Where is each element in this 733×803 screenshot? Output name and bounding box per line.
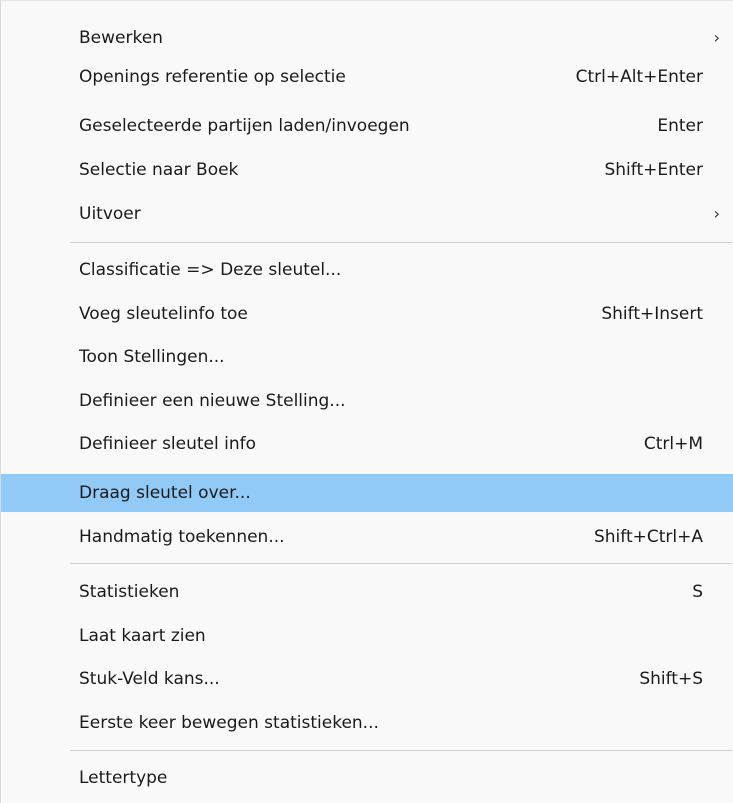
menu-item-label: Toon Stellingen... — [79, 347, 225, 367]
menu-item-draag-sleutel-over[interactable]: Draag sleutel over... — [1, 474, 733, 512]
menu-item-laat-kaart-zien[interactable]: Laat kaart zien — [13, 617, 733, 655]
menu-item-label: Stuk-Veld kans... — [79, 669, 220, 689]
menu-separator — [70, 242, 732, 243]
submenu-arrow-icon: › — [713, 204, 720, 223]
menu-item-handmatig-toekennen[interactable]: Handmatig toekennen... Shift+Ctrl+A — [13, 518, 733, 556]
menu-item-label: Definieer sleutel info — [79, 434, 257, 454]
menu-item-label: Openings referentie op selectie — [79, 67, 346, 87]
menu-item-label: Laat kaart zien — [79, 626, 206, 646]
menu-item-toon-stellingen[interactable]: Toon Stellingen... — [13, 338, 733, 376]
menu-separator — [70, 563, 732, 564]
menu-item-shortcut: Enter — [657, 116, 703, 136]
context-menu: Bewerken › Openings referentie op select… — [0, 0, 733, 803]
menu-item-stuk-veld-kans[interactable]: Stuk-Veld kans... Shift+S — [13, 660, 733, 698]
menu-item-partijen-laden[interactable]: Geselecteerde partijen laden/invoegen En… — [13, 107, 733, 145]
menu-item-voeg-sleutelinfo-toe[interactable]: Voeg sleutelinfo toe Shift+Insert — [13, 295, 733, 333]
menu-item-label: Eerste keer bewegen statistieken... — [79, 713, 379, 733]
menu-item-shortcut: Ctrl+Alt+Enter — [575, 67, 703, 87]
menu-item-shortcut: S — [692, 582, 703, 602]
menu-item-selectie-naar-boek[interactable]: Selectie naar Boek Shift+Enter — [13, 151, 733, 189]
menu-item-label: Selectie naar Boek — [79, 160, 239, 180]
menu-item-shortcut: Ctrl+M — [643, 434, 703, 454]
menu-item-definieer-sleutel-info[interactable]: Definieer sleutel info Ctrl+M — [13, 425, 733, 463]
menu-item-label: Voeg sleutelinfo toe — [79, 304, 248, 324]
menu-item-statistieken[interactable]: Statistieken S — [13, 573, 733, 611]
menu-item-label: Draag sleutel over... — [79, 483, 251, 503]
menu-item-label: Uitvoer — [79, 204, 141, 224]
menu-item-classificatie[interactable]: Classificatie => Deze sleutel... — [13, 251, 733, 289]
menu-item-shortcut: Shift+Insert — [601, 304, 703, 324]
menu-item-uitvoer[interactable]: Uitvoer › — [13, 195, 733, 233]
menu-item-bewerken[interactable]: Bewerken › — [13, 19, 733, 57]
menu-item-label: Geselecteerde partijen laden/invoegen — [79, 116, 410, 136]
menu-item-label: Statistieken — [79, 582, 180, 602]
menu-item-lettertype[interactable]: Lettertype — [13, 759, 733, 797]
menu-item-label: Handmatig toekennen... — [79, 527, 285, 547]
menu-item-label: Lettertype — [79, 768, 168, 788]
menu-item-label: Definieer een nieuwe Stelling... — [79, 391, 346, 411]
menu-item-shortcut: Shift+Ctrl+A — [593, 527, 703, 547]
menu-item-eerste-keer-bewegen[interactable]: Eerste keer bewegen statistieken... — [13, 704, 733, 742]
menu-item-nieuwe-stelling[interactable]: Definieer een nieuwe Stelling... — [13, 382, 733, 420]
menu-item-label: Bewerken — [79, 28, 163, 48]
menu-item-openings-referentie[interactable]: Openings referentie op selectie Ctrl+Alt… — [13, 58, 733, 96]
menu-item-label: Classificatie => Deze sleutel... — [79, 260, 342, 280]
menu-separator — [70, 750, 732, 751]
submenu-arrow-icon: › — [713, 28, 720, 47]
menu-item-shortcut: Shift+S — [639, 669, 703, 689]
menu-item-shortcut: Shift+Enter — [604, 160, 703, 180]
